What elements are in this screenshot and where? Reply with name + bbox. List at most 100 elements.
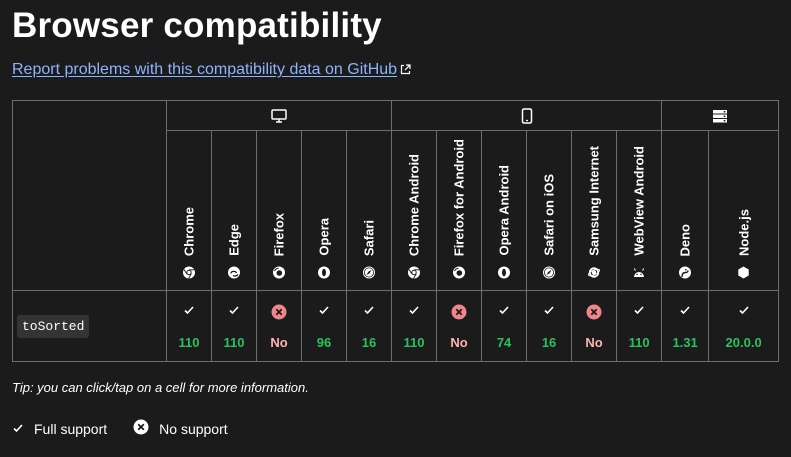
legend: Full support No support [12, 419, 254, 438]
deno-icon [679, 266, 692, 279]
browser-header: Opera Android [481, 130, 528, 291]
browser-name: WebView Android [631, 146, 647, 256]
compat-table-wrapper: Chrome Edge Firefox Opera Safari Chrome Andro… [12, 100, 780, 362]
support-version: 110 [178, 335, 200, 350]
support-version: 110 [403, 335, 425, 350]
feature-name: toSorted [17, 314, 90, 338]
browser-header: Edge [211, 130, 257, 291]
desktop-icon [167, 101, 391, 130]
platform-group-desktop [165, 100, 393, 131]
legend-full-support: Full support [12, 421, 107, 437]
support-cell[interactable]: 16 [526, 290, 573, 362]
legend-full-support-label: Full support [34, 420, 108, 437]
report-link-label: Report problems with this compatibility … [12, 61, 398, 78]
server-icon [662, 101, 778, 130]
edge-icon [228, 266, 241, 279]
browser-header: Safari [345, 130, 393, 291]
legend-no-support-label: No support [159, 420, 228, 437]
check-icon [363, 304, 375, 316]
page-title: Browser compatibility [12, 6, 382, 45]
browser-name: Chrome Android [406, 153, 422, 256]
browser-name: Samsung Internet [586, 146, 602, 256]
browser-name: Opera Android [496, 165, 512, 256]
safari-icon [543, 266, 556, 279]
support-cell[interactable]: 110 [391, 290, 438, 362]
check-icon [543, 304, 555, 316]
platform-group-mobile [391, 100, 663, 131]
feature-row: toSorted 110 110 No 96 16 110 No 74 16 No 110 1.31 2… [12, 290, 780, 362]
support-cell[interactable]: 96 [301, 290, 347, 362]
firefox-icon [273, 266, 286, 279]
mobile-icon [392, 101, 661, 130]
support-version: No [585, 335, 603, 350]
cross-circle-icon [133, 419, 149, 438]
cross-circle-icon [271, 304, 287, 320]
support-version: 16 [541, 335, 557, 350]
browser-header: Chrome Android [391, 130, 438, 291]
support-cell[interactable]: 110 [211, 290, 257, 362]
support-cell[interactable]: No [436, 290, 483, 362]
browser-name: Node.js [736, 209, 752, 256]
browser-name: Safari [361, 219, 377, 256]
tip-text: Tip: you can click/tap on a cell for mor… [12, 380, 309, 395]
opera-icon [318, 266, 331, 279]
check-icon [183, 304, 195, 316]
browser-name: Opera [316, 218, 332, 256]
cross-circle-icon [586, 304, 602, 320]
support-version: 74 [496, 335, 512, 350]
android-icon [633, 266, 646, 279]
browser-name: Deno [677, 223, 693, 257]
platform-group-row [12, 100, 780, 291]
support-version: No [450, 335, 468, 350]
support-version: 1.31 [672, 335, 698, 350]
cross-circle-icon [451, 304, 467, 320]
browser-header: Samsung Internet [571, 130, 618, 291]
browser-header: Opera [301, 130, 347, 291]
platform-group-server [661, 100, 780, 131]
check-icon [228, 304, 240, 316]
check-icon [12, 421, 24, 437]
support-cell[interactable]: 20.0.0 [708, 290, 780, 362]
browser-name: Safari on iOS [541, 174, 557, 256]
firefox-icon [453, 266, 466, 279]
support-version: 110 [223, 335, 245, 350]
check-icon [633, 304, 645, 316]
support-cell[interactable]: 110 [616, 290, 663, 362]
support-cell[interactable]: 74 [481, 290, 528, 362]
check-icon [408, 304, 420, 316]
support-cell[interactable]: 1.31 [661, 290, 710, 362]
feature-name-cell[interactable]: toSorted [12, 290, 167, 362]
support-cell[interactable]: No [571, 290, 618, 362]
browser-header: WebView Android [616, 130, 663, 291]
check-icon [738, 304, 750, 316]
samsung-internet-icon [587, 266, 601, 279]
browser-header: Node.js [708, 130, 780, 291]
browser-header: Firefox for Android [436, 130, 483, 291]
chrome-icon [183, 266, 196, 279]
support-cell[interactable]: 110 [166, 290, 212, 362]
check-icon [679, 304, 691, 316]
nodejs-icon [737, 266, 750, 279]
support-version: 20.0.0 [725, 335, 762, 350]
safari-icon [363, 266, 376, 279]
browser-header: Chrome [166, 130, 212, 291]
corner-cell [12, 100, 167, 291]
support-cell[interactable]: No [256, 290, 302, 362]
browser-name: Firefox for Android [451, 138, 467, 256]
support-cell[interactable]: 16 [345, 290, 393, 362]
support-version: No [270, 335, 288, 350]
browser-header: Safari on iOS [526, 130, 573, 291]
external-link-icon [400, 62, 411, 80]
browser-name: Edge [226, 224, 242, 256]
report-problems-link[interactable]: Report problems with this compatibility … [12, 61, 411, 80]
support-version: 96 [316, 335, 332, 350]
support-version: 16 [361, 335, 377, 350]
legend-no-support: No support [133, 419, 228, 438]
compat-table: Chrome Edge Firefox Opera Safari Chrome Andro… [12, 100, 780, 362]
chrome-icon [408, 266, 421, 279]
check-icon [498, 304, 510, 316]
browser-name: Chrome [181, 206, 197, 256]
support-version: 110 [628, 335, 650, 350]
browser-header: Deno [661, 130, 710, 291]
check-icon [318, 304, 330, 316]
